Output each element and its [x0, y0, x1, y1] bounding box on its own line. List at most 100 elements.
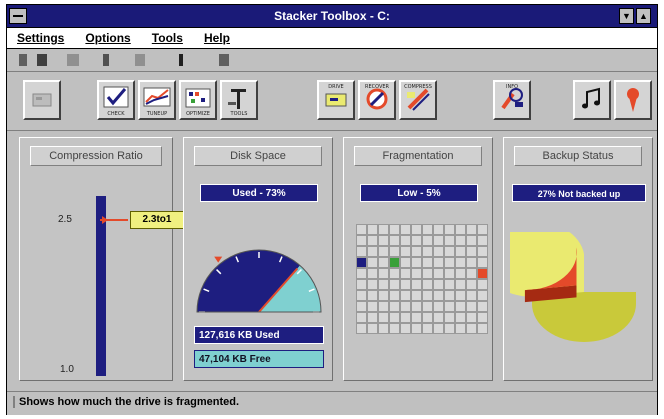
drive-g-icon[interactable]: [219, 54, 229, 66]
fragment-cell: [356, 224, 367, 235]
tuneup-button[interactable]: TUNEUP: [138, 80, 176, 120]
fragment-cell: [422, 224, 433, 235]
fragment-cell: [466, 268, 477, 279]
fragment-cell: [389, 301, 400, 312]
fragment-cell: [422, 246, 433, 257]
drive-info-button[interactable]: DRIVE: [317, 80, 355, 120]
drive-d-icon[interactable]: [103, 54, 109, 66]
fragment-cell: [389, 257, 400, 268]
fragment-cell: [389, 279, 400, 290]
disk-space-gauge: [196, 249, 322, 313]
fragment-cell: [455, 246, 466, 257]
fragment-cell: [367, 301, 378, 312]
recover-button-label: RECOVER: [364, 84, 390, 90]
disk-used-percent: Used - 73%: [200, 184, 318, 202]
fragment-cell: [477, 312, 488, 323]
optimize-button-label: OPTIMIZE: [186, 111, 210, 117]
optimize-button[interactable]: OPTIMIZE: [179, 80, 217, 120]
recover-button[interactable]: RECOVER: [358, 80, 396, 120]
compress-button-label: COMPRESS: [404, 84, 432, 90]
fragment-cell: [400, 268, 411, 279]
fragment-cell: [367, 290, 378, 301]
fragment-cell: [389, 246, 400, 257]
fragment-cell: [477, 301, 488, 312]
info-button[interactable]: INFO: [493, 80, 531, 120]
fragment-cell: [477, 246, 488, 257]
title-bar: Stacker Toolbox - C: ▼ ▲: [7, 5, 657, 28]
check-button[interactable]: CHECK: [97, 80, 135, 120]
compression-ratio-panel: Compression Ratio 2.5 1.0 2.3to1: [19, 137, 184, 381]
fragment-cell: [367, 246, 378, 257]
fragment-cell: [455, 224, 466, 235]
drive-selector-toolbar: [7, 49, 657, 72]
fragment-cell: [367, 224, 378, 235]
fragment-cell: [466, 279, 477, 290]
drive-f-icon[interactable]: [179, 54, 183, 66]
fragment-cell: [356, 323, 367, 334]
fragment-cell: [444, 323, 455, 334]
compress-button[interactable]: COMPRESS: [399, 80, 437, 120]
fragment-cell: [378, 323, 389, 334]
menu-tools[interactable]: Tools: [152, 31, 183, 45]
fragment-cell: [378, 290, 389, 301]
status-bar: Shows how much the drive is fragmented.: [7, 391, 657, 415]
fragment-cell: [411, 323, 422, 334]
fragment-cell: [378, 268, 389, 279]
fragment-cell: [389, 323, 400, 334]
fragment-cell: [466, 224, 477, 235]
menu-help[interactable]: Help: [204, 31, 230, 45]
drive-b-icon[interactable]: [37, 54, 47, 66]
menu-settings[interactable]: Settings: [17, 31, 64, 45]
fragment-cell: [455, 279, 466, 290]
maximize-button[interactable]: ▲: [636, 8, 651, 24]
fragment-cell: [477, 268, 488, 279]
fragment-cell: [433, 290, 444, 301]
fragment-cell: [367, 323, 378, 334]
fragment-cell: [378, 246, 389, 257]
fragmentation-title[interactable]: Fragmentation: [354, 146, 482, 166]
drive-e-icon[interactable]: [135, 54, 145, 66]
fragment-cell: [400, 290, 411, 301]
music-button[interactable]: [573, 80, 611, 120]
fragment-cell: [455, 301, 466, 312]
fragment-cell: [455, 257, 466, 268]
fragment-cell: [477, 257, 488, 268]
fragment-cell: [466, 246, 477, 257]
drive-button[interactable]: [23, 80, 61, 120]
fragment-cell: [433, 323, 444, 334]
tools-button-label: TOOLS: [230, 111, 248, 117]
ratio-tick-top: 2.5: [58, 214, 72, 225]
fragment-cell: [378, 301, 389, 312]
disk-used-kb: 127,616 KB Used: [194, 326, 324, 344]
fragment-cell: [477, 290, 488, 301]
menu-bar: Settings Options Tools Help: [7, 28, 657, 49]
drive-c-icon[interactable]: [67, 54, 79, 66]
fragment-cell: [455, 290, 466, 301]
fragment-cell: [378, 312, 389, 323]
fragment-cell: [367, 268, 378, 279]
fragmentation-status: Low - 5%: [360, 184, 478, 202]
menu-options[interactable]: Options: [85, 31, 130, 45]
fragment-cell: [411, 235, 422, 246]
fragment-cell: [356, 312, 367, 323]
map-pin-button[interactable]: [614, 80, 652, 120]
fragment-cell: [444, 312, 455, 323]
compression-ratio-title[interactable]: Compression Ratio: [30, 146, 162, 166]
backup-status-title[interactable]: Backup Status: [514, 146, 642, 166]
fragment-cell: [411, 246, 422, 257]
fragment-cell: [411, 290, 422, 301]
backup-status-label: 27% Not backed up: [512, 184, 646, 202]
status-bar-text: Shows how much the drive is fragmented.: [13, 396, 239, 408]
fragment-cell: [455, 323, 466, 334]
tuneup-button-label: TUNEUP: [146, 111, 168, 117]
disk-space-title[interactable]: Disk Space: [194, 146, 322, 166]
fragment-cell: [466, 257, 477, 268]
fragment-cell: [389, 224, 400, 235]
fragment-cell: [389, 235, 400, 246]
fragment-cell: [400, 246, 411, 257]
fragment-cell: [400, 323, 411, 334]
window-title: Stacker Toolbox - C:: [274, 9, 390, 23]
tools-button[interactable]: TOOLS: [220, 80, 258, 120]
minimize-button[interactable]: ▼: [619, 8, 634, 24]
drive-a-icon[interactable]: [19, 54, 27, 66]
